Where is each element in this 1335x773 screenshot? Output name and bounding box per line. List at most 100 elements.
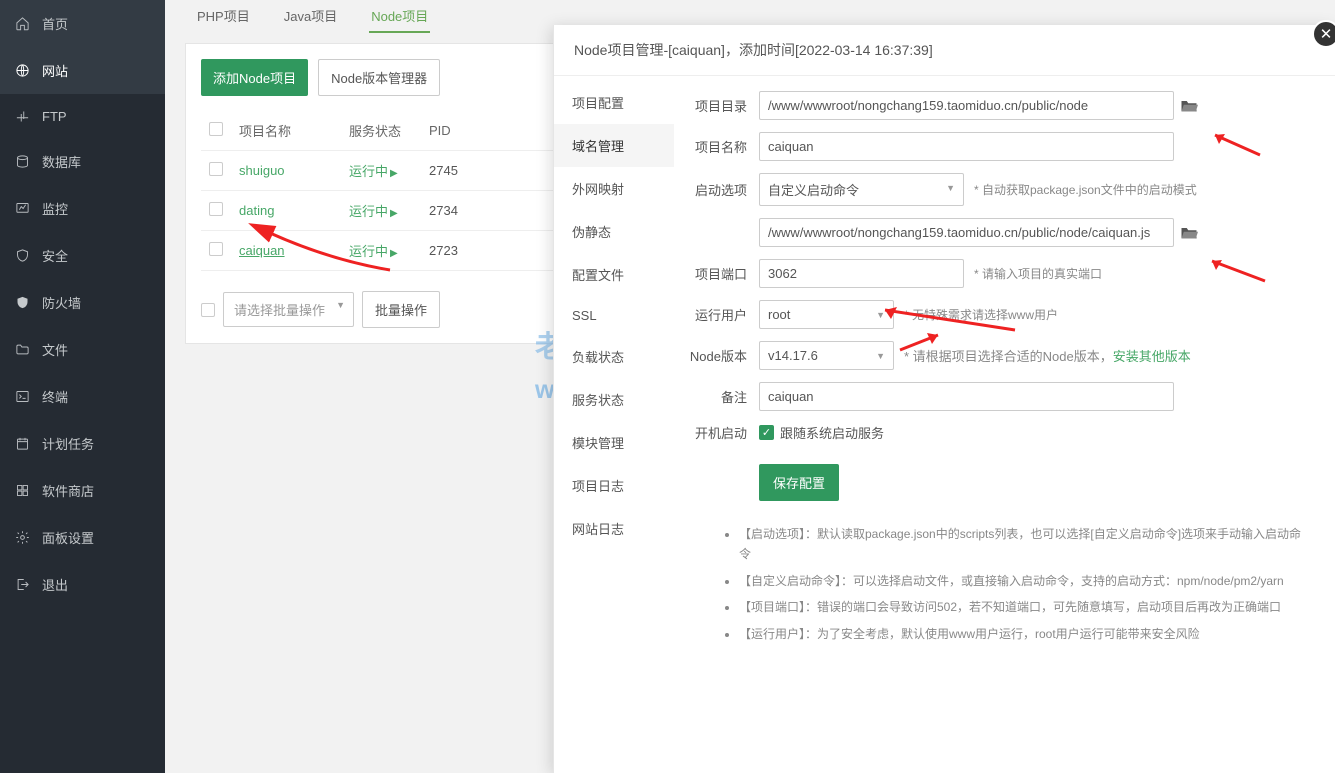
status-badge: 运行中▶: [349, 244, 398, 259]
modal-tab-projlog[interactable]: 项目日志: [554, 464, 674, 507]
checkbox[interactable]: [209, 162, 223, 176]
sidebar-item-database[interactable]: 数据库: [0, 138, 165, 185]
sidebar-item-label: FTP: [42, 109, 67, 124]
name-input[interactable]: [759, 132, 1174, 161]
label-dir: 项目目录: [679, 96, 759, 115]
status-badge: 运行中▶: [349, 164, 398, 179]
close-button[interactable]: ✕: [1312, 20, 1335, 48]
project-link[interactable]: caiquan: [239, 243, 285, 258]
sidebar-item-label: 首页: [42, 14, 68, 33]
boot-checkbox[interactable]: ✓: [759, 425, 774, 440]
hint-startopt: * 自动获取package.json文件中的启动模式: [974, 181, 1197, 198]
monitor-icon: [14, 201, 30, 217]
checkbox[interactable]: [209, 202, 223, 216]
batch-select[interactable]: 请选择批量操作: [223, 292, 354, 327]
nodever-select[interactable]: v14.17.6: [759, 341, 894, 370]
modal-tab-service[interactable]: 服务状态: [554, 378, 674, 421]
sidebar-item-label: 监控: [42, 199, 68, 218]
sidebar-item-website[interactable]: 网站: [0, 47, 165, 94]
modal-tab-configfile[interactable]: 配置文件: [554, 253, 674, 296]
port-input[interactable]: [759, 259, 964, 288]
startfile-input[interactable]: [759, 218, 1174, 247]
sidebar-item-file[interactable]: 文件: [0, 326, 165, 373]
note-item: 【项目端口】：错误的端口会导致访问502，若不知道端口，可先随意填写，启动项目后…: [739, 594, 1305, 620]
remark-input[interactable]: [759, 382, 1174, 411]
dir-input[interactable]: [759, 91, 1174, 120]
sidebar-item-label: 面板设置: [42, 528, 94, 547]
sidebar-item-label: 文件: [42, 340, 68, 359]
sidebar-item-label: 软件商店: [42, 481, 94, 500]
grid-icon: [14, 483, 30, 499]
sidebar-item-label: 数据库: [42, 152, 81, 171]
sidebar-item-label: 安全: [42, 246, 68, 265]
firewall-icon: [14, 295, 30, 311]
sidebar-item-home[interactable]: 首页: [0, 0, 165, 47]
home-icon: [14, 16, 30, 32]
sidebar-item-label: 防火墙: [42, 293, 81, 312]
tab-php[interactable]: PHP项目: [195, 0, 252, 33]
project-link[interactable]: dating: [239, 203, 274, 218]
sidebar-item-store[interactable]: 软件商店: [0, 467, 165, 514]
user-select[interactable]: root: [759, 300, 894, 329]
hint-user: * 无特殊需求请选择www用户: [904, 306, 1058, 323]
sidebar: 首页 网站 FTP 数据库 监控 安全 防火墙 文件 终端 计划任务 软件商店 …: [0, 0, 165, 773]
note-item: 【自定义启动命令】：可以选择启动文件，或直接输入启动命令，支持的启动方式：npm…: [739, 568, 1305, 594]
node-version-button[interactable]: Node版本管理器: [318, 59, 440, 96]
sidebar-item-cron[interactable]: 计划任务: [0, 420, 165, 467]
note-item: 【运行用户】：为了安全考虑，默认使用www用户运行，root用户运行可能带来安全…: [739, 621, 1305, 647]
col-name: 项目名称: [231, 111, 341, 151]
tab-node[interactable]: Node项目: [369, 0, 430, 33]
modal-tab-domain[interactable]: 域名管理: [554, 124, 674, 167]
modal-tab-config[interactable]: 项目配置: [554, 81, 674, 124]
install-link[interactable]: 安装其他版本: [1113, 349, 1191, 364]
checkbox[interactable]: [201, 303, 215, 317]
modal: ✕ Node项目管理-[caiquan]，添加时间[2022-03-14 16:…: [553, 25, 1335, 773]
sidebar-item-label: 终端: [42, 387, 68, 406]
modal-tab-rewrite[interactable]: 伪静态: [554, 210, 674, 253]
modal-title: Node项目管理-[caiquan]，添加时间[2022-03-14 16:37…: [554, 25, 1335, 76]
tab-java[interactable]: Java项目: [282, 0, 339, 33]
sidebar-item-label: 网站: [42, 61, 68, 80]
modal-tab-ssl[interactable]: SSL: [554, 296, 674, 335]
hint-port: * 请输入项目的真实端口: [974, 265, 1102, 282]
sidebar-item-logout[interactable]: 退出: [0, 561, 165, 608]
sidebar-item-terminal[interactable]: 终端: [0, 373, 165, 420]
col-status: 服务状态: [341, 111, 421, 151]
ftp-icon: [14, 108, 30, 124]
note-item: 【启动选项】：默认读取package.json中的scripts列表，也可以选择…: [739, 521, 1305, 568]
sidebar-item-monitor[interactable]: 监控: [0, 185, 165, 232]
checkbox-all[interactable]: [209, 122, 223, 136]
folder-browse-icon[interactable]: [1180, 225, 1198, 240]
save-button[interactable]: 保存配置: [759, 464, 839, 501]
label-boot: 开机启动: [679, 423, 759, 442]
sidebar-item-settings[interactable]: 面板设置: [0, 514, 165, 561]
sidebar-item-firewall[interactable]: 防火墙: [0, 279, 165, 326]
add-node-button[interactable]: 添加Node项目: [201, 59, 308, 96]
label-startopt: 启动选项: [679, 180, 759, 199]
checkbox[interactable]: [209, 242, 223, 256]
folder-browse-icon[interactable]: [1180, 98, 1198, 113]
modal-tab-load[interactable]: 负载状态: [554, 335, 674, 378]
batch-button[interactable]: 批量操作: [362, 291, 440, 328]
gear-icon: [14, 530, 30, 546]
modal-form: 项目目录 项目名称 启动选项 自定义启动命令 * 自动获取package.jso…: [674, 76, 1335, 667]
calendar-icon: [14, 436, 30, 452]
sidebar-item-ftp[interactable]: FTP: [0, 94, 165, 138]
terminal-icon: [14, 389, 30, 405]
notes: 【启动选项】：默认读取package.json中的scripts列表，也可以选择…: [709, 521, 1305, 647]
logout-icon: [14, 577, 30, 593]
globe-icon: [14, 63, 30, 79]
shield-icon: [14, 248, 30, 264]
label-nodever: Node版本: [679, 346, 759, 365]
sidebar-item-label: 退出: [42, 575, 68, 594]
project-link[interactable]: shuiguo: [239, 163, 285, 178]
modal-tab-extnet[interactable]: 外网映射: [554, 167, 674, 210]
startopt-select[interactable]: 自定义启动命令: [759, 173, 964, 206]
modal-tab-module[interactable]: 模块管理: [554, 421, 674, 464]
database-icon: [14, 154, 30, 170]
modal-tab-sitelog[interactable]: 网站日志: [554, 507, 674, 550]
folder-icon: [14, 342, 30, 358]
sidebar-item-label: 计划任务: [42, 434, 94, 453]
sidebar-item-security[interactable]: 安全: [0, 232, 165, 279]
boot-label: 跟随系统启动服务: [780, 423, 884, 442]
